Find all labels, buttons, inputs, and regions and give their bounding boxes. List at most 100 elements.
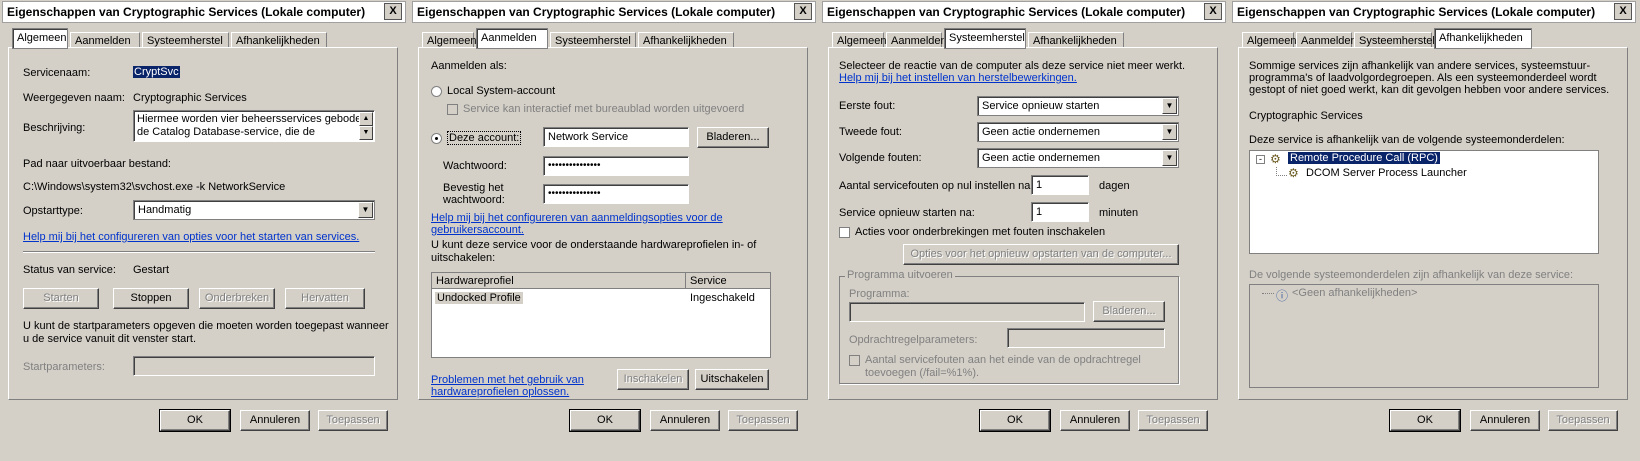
help-startup-link[interactable]: Help mij bij het configureren van opties… — [23, 231, 359, 243]
tab-algemeen[interactable]: Algemeen — [12, 28, 68, 49]
col-header-service[interactable]: Service — [686, 273, 770, 289]
interact-desktop-checkbox[interactable] — [447, 104, 458, 115]
service-name-value[interactable]: CryptSvc — [133, 66, 180, 78]
dependents-tree[interactable]: ⓘ <Geen afhankelijkheden> — [1249, 284, 1599, 388]
info-icon: ⓘ — [1276, 289, 1289, 303]
window-title: Eigenschappen van Cryptographic Services… — [417, 5, 776, 19]
deps-service-name: Cryptographic Services — [1249, 110, 1363, 122]
confirm-password-input[interactable]: ••••••••••••••• — [543, 184, 689, 204]
tab-algemeen[interactable]: Algemeen — [832, 32, 887, 48]
tree-item-rpc[interactable]: Remote Procedure Call (RPC) — [1288, 152, 1440, 164]
close-button[interactable]: X — [384, 3, 402, 20]
browse-program-button[interactable]: Bladeren... — [1093, 301, 1165, 322]
ok-button[interactable]: OK — [569, 409, 641, 432]
startup-type-select[interactable]: Handmatig ▼ — [133, 200, 375, 220]
stop-errors-checkbox[interactable] — [839, 227, 850, 238]
scroll-up-icon[interactable]: ▲ — [359, 112, 373, 126]
tree-item-dcom[interactable]: DCOM Server Process Launcher — [1306, 167, 1467, 179]
gear-icon: ⚙ — [1288, 166, 1299, 180]
start-params-label: Startparameters: — [23, 361, 105, 373]
apply-button[interactable]: Toepassen — [728, 410, 798, 431]
tab-aanmelden[interactable]: Aanmelden — [1296, 32, 1357, 48]
enable-button[interactable]: Inschakelen — [617, 369, 689, 390]
this-account-radio[interactable] — [431, 133, 442, 144]
help-logon-link-line1[interactable]: Help mij bij het configureren van aanmel… — [431, 212, 723, 224]
browse-account-button[interactable]: Bladeren... — [697, 127, 769, 148]
display-name-value[interactable]: Cryptographic Services — [133, 92, 247, 104]
dialog-logon: Eigenschappen van Cryptographic Services… — [410, 0, 818, 461]
password-input[interactable]: ••••••••••••••• — [543, 156, 689, 176]
table-row[interactable]: Undocked Profile Ingeschakeld — [432, 291, 770, 307]
chevron-down-icon[interactable]: ▼ — [358, 202, 373, 218]
disable-button[interactable]: Uitschakelen — [695, 369, 769, 390]
restart-options-button[interactable]: Opties voor het opnieuw opstarten van de… — [903, 244, 1179, 265]
tab-systeemherstel[interactable]: Systeemherstel — [550, 32, 636, 48]
pause-button[interactable]: Onderbreken — [199, 288, 275, 309]
tab-algemeen[interactable]: Algemeen — [1242, 32, 1297, 48]
description-box[interactable]: Hiermee worden vier beheersservices gebo… — [133, 110, 375, 142]
help-recovery-link[interactable]: Help mij bij het instellen van herstelbe… — [839, 72, 1077, 84]
tab-afhankelijkheden[interactable]: Afhankelijkheden — [638, 32, 734, 48]
display-name-label: Weergegeven naam: — [23, 92, 125, 104]
stop-errors-label[interactable]: Acties voor onderbrekingen met fouten in… — [855, 226, 1105, 238]
cancel-button[interactable]: Annuleren — [1470, 410, 1540, 431]
col-header-profile[interactable]: Hardwareprofiel — [432, 273, 686, 289]
tab-aanmelden[interactable]: Aanmelden — [476, 28, 548, 49]
cancel-button[interactable]: Annuleren — [1060, 410, 1130, 431]
chevron-down-icon[interactable]: ▼ — [1162, 150, 1177, 166]
this-account-label[interactable]: Deze account: — [447, 131, 522, 145]
second-failure-select[interactable]: Geen actie ondernemen ▼ — [977, 122, 1179, 142]
path-value[interactable]: C:\Windows\system32\svchost.exe -k Netwo… — [23, 181, 285, 193]
tab-systeemherstel[interactable]: Systeemherstel — [142, 32, 229, 48]
logon-as-label: Aanmelden als: — [431, 60, 507, 72]
ok-button[interactable]: OK — [979, 409, 1051, 432]
ok-button[interactable]: OK — [159, 409, 231, 432]
dialog-recovery: Eigenschappen van Cryptographic Services… — [820, 0, 1228, 461]
tab-systeemherstel[interactable]: Systeemherstel — [1354, 32, 1435, 48]
close-button[interactable]: X — [1614, 3, 1632, 20]
tab-afhankelijkheden[interactable]: Afhankelijkheden — [231, 32, 327, 48]
tab-aanmelden[interactable]: Aanmelden — [886, 32, 947, 48]
hw-note-line2: uitschakelen: — [431, 252, 496, 264]
collapse-icon[interactable]: - — [1256, 155, 1265, 164]
tab-afhankelijkheden[interactable]: Afhankelijkheden — [1028, 32, 1124, 48]
help-logon-link-line2[interactable]: gebruikersaccount. — [431, 224, 524, 236]
tab-panel: Servicenaam: CryptSvc Weergegeven naam: … — [8, 47, 398, 400]
apply-button[interactable]: Toepassen — [318, 410, 388, 431]
hw-profiles-table[interactable]: Hardwareprofiel Service Undocked Profile… — [431, 272, 771, 358]
restart-after-input[interactable]: 1 — [1031, 202, 1089, 222]
start-button[interactable]: Starten — [23, 288, 99, 309]
trouble-link-line1[interactable]: Problemen met het gebruik van — [431, 374, 584, 386]
stop-button[interactable]: Stoppen — [113, 288, 189, 309]
first-failure-select[interactable]: Service opnieuw starten ▼ — [977, 96, 1179, 116]
reset-count-input[interactable]: 1 — [1031, 175, 1089, 195]
trouble-link-line2[interactable]: hardwareprofielen oplossen. — [431, 386, 569, 398]
cmd-params-input[interactable] — [1007, 328, 1165, 348]
append-fail-checkbox[interactable] — [849, 355, 860, 366]
program-input[interactable] — [849, 302, 1085, 322]
cancel-button[interactable]: Annuleren — [240, 410, 310, 431]
tab-afhankelijkheden[interactable]: Afhankelijkheden — [1434, 28, 1532, 49]
depends-on-tree[interactable]: - ⚙ Remote Procedure Call (RPC) ⚙ DCOM S… — [1249, 150, 1599, 254]
tab-aanmelden[interactable]: Aanmelden — [70, 32, 140, 48]
hw-note-line1: U kunt deze service voor de onderstaande… — [431, 239, 757, 251]
close-button[interactable]: X — [1204, 3, 1222, 20]
apply-button[interactable]: Toepassen — [1548, 410, 1618, 431]
dependents-label: De volgende systeemonderdelen zijn afhan… — [1249, 269, 1574, 281]
ok-button[interactable]: OK — [1389, 409, 1461, 432]
scroll-down-icon[interactable]: ▼ — [359, 126, 373, 140]
chevron-down-icon[interactable]: ▼ — [1162, 124, 1177, 140]
local-system-label[interactable]: Local System-account — [447, 85, 555, 97]
local-system-radio[interactable] — [431, 86, 442, 97]
tab-algemeen[interactable]: Algemeen — [422, 32, 477, 48]
chevron-down-icon[interactable]: ▼ — [1162, 98, 1177, 114]
cancel-button[interactable]: Annuleren — [650, 410, 720, 431]
resume-button[interactable]: Hervatten — [285, 288, 365, 309]
close-button[interactable]: X — [794, 3, 812, 20]
run-program-group-label: Programma uitvoeren — [845, 269, 955, 281]
subsequent-failures-select[interactable]: Geen actie ondernemen ▼ — [977, 148, 1179, 168]
apply-button[interactable]: Toepassen — [1138, 410, 1208, 431]
account-input[interactable]: Network Service — [543, 127, 689, 147]
start-params-input[interactable] — [133, 356, 375, 376]
tab-systeemherstel[interactable]: Systeemherstel — [944, 28, 1026, 49]
